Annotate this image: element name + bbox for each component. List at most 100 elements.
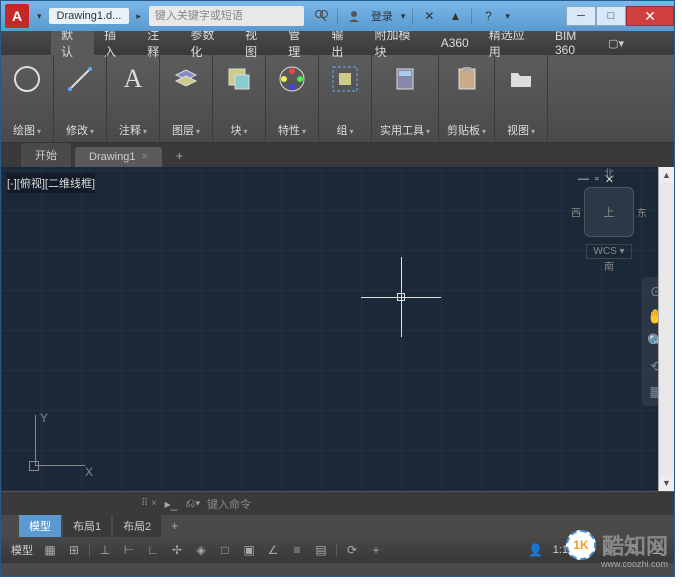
close-button[interactable]: ✕ — [626, 6, 674, 26]
exchange-icon[interactable]: ✕ — [419, 6, 439, 26]
search-icon[interactable] — [311, 6, 331, 26]
signin-dropdown-icon[interactable]: ▾ — [401, 11, 406, 22]
infer-toggle-icon[interactable]: ⊥ — [94, 540, 116, 560]
recent-dropdown-icon[interactable]: ▸ — [136, 11, 141, 22]
watermark-badge: 1K — [566, 530, 596, 560]
transparency-toggle-icon[interactable]: ▤ — [310, 540, 332, 560]
ribbon-group-draw[interactable]: 绘图▾ — [1, 55, 54, 142]
ribbon: 绘图▾ 修改▾ A 注释▾ 图层▾ 块▾ 特性▾ 组▾ 实用工具▾ — [1, 55, 674, 143]
window-filename: Drawing1.d... — [49, 8, 130, 24]
search-input[interactable]: 键入关键字或短语 — [149, 6, 304, 26]
ribbon-label: 修改▾ — [66, 122, 94, 138]
scroll-down-icon[interactable]: ▼ — [659, 475, 674, 491]
help-dropdown-icon[interactable]: ▾ — [505, 11, 510, 22]
command-input[interactable]: 键入命令 — [207, 496, 534, 512]
autocad-logo[interactable]: A — [5, 4, 29, 28]
viewcube-west[interactable]: 西 — [571, 205, 581, 220]
ortho-toggle-icon[interactable]: ∟ — [142, 540, 164, 560]
cmd-prompt-icon[interactable]: ▸_ — [163, 496, 179, 512]
drawing-canvas[interactable]: [-][俯视][二维线框] — ▫ ✕ Y X 北 上 西 东 南 WCS ▾ … — [1, 167, 674, 491]
y-axis-label: Y — [40, 411, 48, 425]
scroll-track[interactable] — [659, 183, 674, 475]
block-icon — [221, 61, 257, 97]
ribbon-label: 组▾ — [336, 122, 353, 138]
lineweight-toggle-icon[interactable]: ≡ — [286, 540, 308, 560]
help-icon[interactable]: ? — [478, 6, 498, 26]
status-model-button[interactable]: 模型 — [7, 542, 37, 558]
ribbon-group-block[interactable]: 块▾ — [213, 55, 266, 142]
modeltab-layout2[interactable]: 布局2 — [113, 515, 161, 537]
file-tabs: 开始 Drawing1× + — [1, 143, 674, 167]
palette-icon — [274, 61, 310, 97]
watermark: 1K 酷知网 www.coozhi.com — [566, 529, 668, 561]
clipboard-icon — [449, 61, 485, 97]
ribbon-label: 实用工具▾ — [380, 122, 430, 138]
ribbon-group-annotate[interactable]: A 注释▾ — [107, 55, 160, 142]
cycling-toggle-icon[interactable]: ⟳ — [341, 540, 363, 560]
cmd-grip-icon[interactable]: ⠿ × — [141, 498, 157, 509]
ribbon-group-layers[interactable]: 图层▾ — [160, 55, 213, 142]
ribbon-label: 块▾ — [230, 122, 247, 138]
layers-icon — [168, 61, 204, 97]
separator — [337, 8, 338, 24]
cmd-recent-icon[interactable]: ⎌▾ — [185, 496, 201, 512]
viewcube-wcs[interactable]: WCS ▾ — [586, 244, 631, 259]
filetab-add-button[interactable]: + — [166, 145, 193, 167]
ribbon-group-utilities[interactable]: 实用工具▾ — [372, 55, 439, 142]
ribbon-label: 绘图▾ — [13, 122, 41, 138]
maximize-button[interactable]: □ — [596, 6, 626, 26]
dynamic-toggle-icon[interactable]: ⊢ — [118, 540, 140, 560]
tab-bim360[interactable]: BIM 360 — [545, 26, 608, 60]
viewcube[interactable]: 北 上 西 东 南 WCS ▾ — [579, 177, 639, 259]
minimize-button[interactable]: ─ — [566, 6, 596, 26]
tab-close-icon[interactable]: × — [141, 151, 147, 163]
command-line[interactable]: ⠿ × ▸_ ⎌▾ 键入命令 — [1, 491, 674, 515]
ribbon-group-group[interactable]: 组▾ — [319, 55, 372, 142]
otrack-toggle-icon[interactable]: ∠ — [262, 540, 284, 560]
ribbon-tabs: 默认 插入 注释 参数化 视图 管理 输出 附加模块 A360 精选应用 BIM… — [1, 31, 674, 55]
tab-a360[interactable]: A360 — [431, 33, 479, 53]
viewcube-south[interactable]: 南 — [604, 258, 614, 273]
signin-link[interactable]: 登录 — [371, 8, 393, 24]
ribbon-group-view[interactable]: 视图▾ — [495, 55, 548, 142]
ribbon-label: 特性▾ — [278, 122, 306, 138]
group-icon — [327, 61, 363, 97]
user-icon[interactable] — [344, 6, 364, 26]
osnap-toggle-icon[interactable]: □ — [214, 540, 236, 560]
line-icon — [62, 61, 98, 97]
scroll-up-icon[interactable]: ▲ — [659, 167, 674, 183]
filetab-start[interactable]: 开始 — [21, 143, 71, 167]
workspace-icon[interactable]: 👤 — [525, 540, 547, 560]
annomonitor-icon[interactable]: + — [365, 540, 387, 560]
watermark-url: www.coozhi.com — [601, 559, 668, 569]
viewcube-east[interactable]: 东 — [637, 205, 647, 220]
viewcube-face[interactable]: 上 西 东 — [584, 187, 634, 237]
separator — [412, 8, 413, 24]
modeltab-add-button[interactable]: + — [163, 516, 186, 536]
viewport-label[interactable]: [-][俯视][二维线框] — [7, 173, 95, 193]
folder-icon — [503, 61, 539, 97]
iso-toggle-icon[interactable]: ◈ — [190, 540, 212, 560]
modeltab-layout1[interactable]: 布局1 — [63, 515, 111, 537]
viewcube-north[interactable]: 北 — [604, 167, 614, 180]
snap-toggle-icon[interactable]: ⊞ — [63, 540, 85, 560]
ribbon-group-modify[interactable]: 修改▾ — [54, 55, 107, 142]
ribbon-label: 图层▾ — [172, 122, 200, 138]
modeltab-model[interactable]: 模型 — [19, 515, 61, 537]
watermark-text: 酷知网 — [602, 529, 668, 561]
window-controls: ─ □ ✕ — [566, 6, 674, 26]
polar-toggle-icon[interactable]: ✢ — [166, 540, 188, 560]
qat-dropdown-icon[interactable]: ▾ — [37, 11, 42, 22]
separator — [471, 8, 472, 24]
ribbon-label: 视图▾ — [507, 122, 535, 138]
grid-toggle-icon[interactable]: ▦ — [39, 540, 61, 560]
filetab-drawing1[interactable]: Drawing1× — [75, 147, 162, 167]
ribbon-group-clipboard[interactable]: 剪贴板▾ — [439, 55, 495, 142]
a360-icon[interactable]: ▲ — [445, 6, 465, 26]
3dosnap-toggle-icon[interactable]: ▣ — [238, 540, 260, 560]
x-axis-label: X — [85, 465, 93, 479]
vertical-scrollbar[interactable]: ▲ ▼ — [658, 167, 674, 491]
ribbon-label: 注释▾ — [119, 122, 147, 138]
ribbon-group-properties[interactable]: 特性▾ — [266, 55, 319, 142]
ribbon-panel-icon[interactable]: ▢▾ — [608, 37, 624, 50]
